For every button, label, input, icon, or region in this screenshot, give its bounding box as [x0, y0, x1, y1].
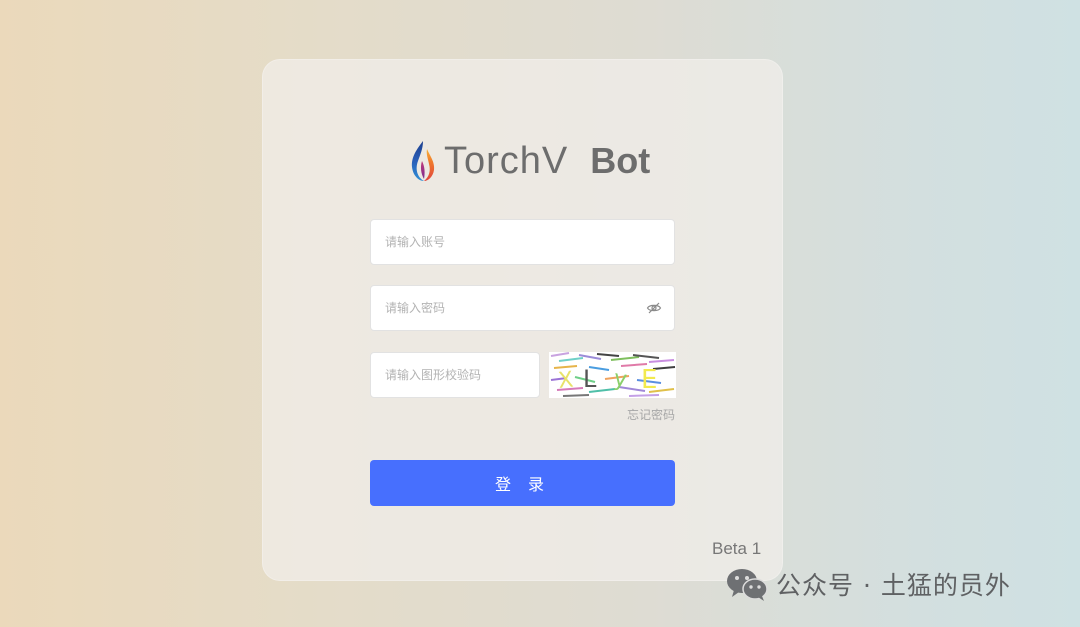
logo-product: Bot: [590, 140, 651, 181]
login-button[interactable]: 登 录: [370, 460, 675, 506]
login-card: TorchV Bot 请输入账号 请输入图形校验码 X L y E 忘记密码 登…: [262, 59, 783, 581]
forgot-password-link[interactable]: 忘记密码: [602, 406, 675, 423]
account-input[interactable]: [371, 220, 674, 264]
eye-off-icon[interactable]: [646, 300, 662, 316]
captcha-image[interactable]: X L y E: [549, 352, 676, 398]
password-field[interactable]: [370, 285, 675, 331]
account-field[interactable]: [370, 219, 675, 265]
svg-text:X: X: [557, 368, 575, 394]
wechat-icon: [727, 569, 768, 601]
svg-text:L: L: [583, 365, 597, 393]
watermark: 公众号 · 土猛的员外: [726, 564, 1011, 604]
password-input[interactable]: [371, 286, 646, 330]
login-page: TorchV Bot 请输入账号 请输入图形校验码 X L y E 忘记密码 登…: [0, 0, 1080, 627]
logo-brand: TorchV: [444, 139, 569, 182]
captcha-field[interactable]: [370, 352, 540, 398]
svg-text:E: E: [641, 365, 657, 395]
captcha-input[interactable]: [371, 353, 539, 397]
captcha-noise: X L y E: [550, 352, 676, 397]
logo: TorchV Bot: [408, 137, 650, 185]
version-label: Beta 1: [712, 539, 762, 558]
watermark-text: 公众号 · 土猛的员外: [776, 571, 1011, 600]
flame-logo-icon: [411, 141, 435, 181]
